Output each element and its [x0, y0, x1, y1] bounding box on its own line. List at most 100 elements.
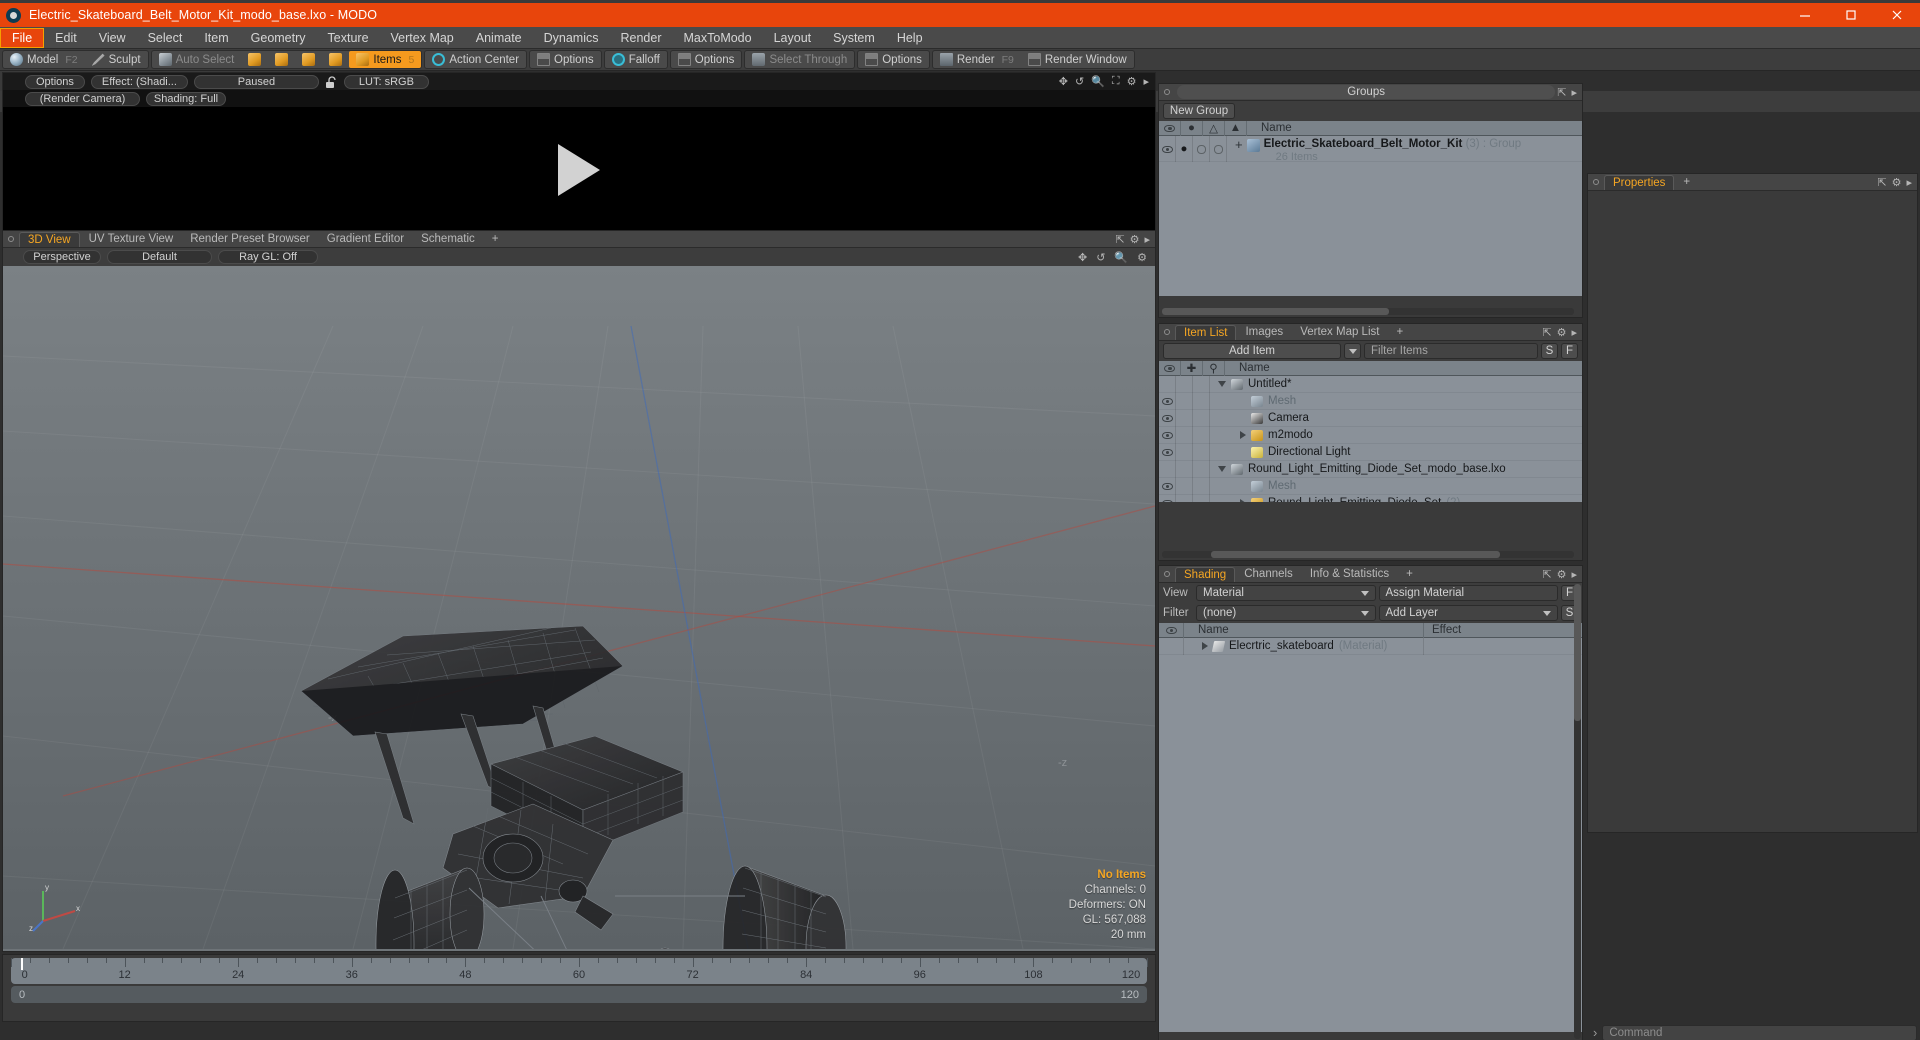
menu-item-select[interactable]: Select: [137, 28, 194, 48]
filter-items-input[interactable]: Filter Items: [1364, 343, 1538, 359]
maximize-button[interactable]: [1828, 3, 1874, 27]
minimize-button[interactable]: [1782, 3, 1828, 27]
properties-arrow-icon[interactable]: ▸: [1906, 176, 1912, 189]
row-transform-cell[interactable]: [1193, 392, 1210, 410]
col-render-icon[interactable]: ●: [1181, 120, 1203, 136]
row-lock-cell[interactable]: [1176, 443, 1193, 461]
new-group-button[interactable]: New Group: [1163, 103, 1235, 119]
vertices-mode-button[interactable]: [241, 51, 268, 68]
col-item-transform-icon[interactable]: ⚲: [1203, 360, 1225, 376]
row-visibility-cell[interactable]: [1159, 477, 1176, 495]
groups-panel-menu-dot[interactable]: [1164, 89, 1170, 95]
preview-options-button[interactable]: Options: [25, 74, 85, 89]
col-visible-eye-icon[interactable]: [1159, 120, 1181, 136]
menu-item-view[interactable]: View: [88, 28, 137, 48]
arrow-icon[interactable]: ▸: [1143, 75, 1149, 88]
shading-gear-icon[interactable]: ⚙: [1557, 568, 1567, 581]
item-list-row[interactable]: Untitled*: [1159, 376, 1582, 393]
move-icon[interactable]: ✥: [1059, 75, 1068, 88]
group-row[interactable]: ● + Electric_Skateboard_Belt_Motor_Kit (…: [1159, 136, 1582, 163]
menu-item-animate[interactable]: Animate: [465, 28, 533, 48]
properties-panel-menu-dot[interactable]: [1593, 179, 1599, 185]
preview-effect-dropdown[interactable]: Effect: (Shadi...: [90, 74, 188, 89]
item-list-h-scrollbar[interactable]: [1162, 551, 1574, 558]
col-item-visible-icon[interactable]: [1159, 360, 1181, 376]
row-visibility-cell[interactable]: [1159, 426, 1176, 444]
tab-render-preset-browser[interactable]: Render Preset Browser: [182, 232, 318, 247]
tab-images[interactable]: Images: [1237, 325, 1291, 340]
tab-add-item-list[interactable]: +: [1388, 325, 1411, 340]
model-mode-button[interactable]: Model F2: [3, 51, 85, 68]
menu-item-vertex-map[interactable]: Vertex Map: [380, 28, 465, 48]
row-eye-icon[interactable]: [1161, 448, 1173, 456]
row-lock-cell[interactable]: [1176, 477, 1193, 495]
item-list-row[interactable]: Round_Light_Emitting_Diode_Set_modo_base…: [1159, 460, 1582, 478]
action-center-button[interactable]: Action Center: [425, 51, 526, 68]
panel-menu-dot[interactable]: [8, 236, 14, 242]
row-visible-eye-icon[interactable]: [1161, 145, 1173, 153]
select-through-options-button[interactable]: Options: [858, 51, 929, 68]
menu-item-layout[interactable]: Layout: [763, 28, 823, 48]
tab-uv-texture-view[interactable]: UV Texture View: [81, 232, 182, 247]
polygons-mode-button[interactable]: [295, 51, 322, 68]
falloff-options-button[interactable]: Options: [671, 51, 742, 68]
expand-group-icon[interactable]: +: [1235, 138, 1243, 151]
fit-icon[interactable]: ⛶: [1112, 75, 1120, 88]
gear-icon[interactable]: ⚙: [1127, 75, 1137, 88]
skateboard-motor-kit-model[interactable]: [283, 596, 903, 949]
tab-channels[interactable]: Channels: [1236, 567, 1301, 582]
expand-icon[interactable]: [1240, 431, 1246, 439]
row-eye-icon[interactable]: [1161, 431, 1173, 439]
collapse-icon[interactable]: [1218, 381, 1226, 387]
viewport-gear-icon[interactable]: ⚙: [1137, 251, 1147, 264]
tab-schematic[interactable]: Schematic: [413, 232, 483, 247]
render-preview-canvas[interactable]: [3, 107, 1155, 233]
row-transform-cell[interactable]: [1193, 443, 1210, 461]
item-list-row[interactable]: m2modo: [1159, 426, 1582, 444]
zoom-icon[interactable]: 🔍: [1091, 75, 1105, 88]
shading-panel-menu-dot[interactable]: [1164, 571, 1170, 577]
col-item-lock-icon[interactable]: ✚: [1181, 360, 1203, 376]
properties-maximize-icon[interactable]: ⇱: [1877, 176, 1886, 189]
row-eye-icon[interactable]: [1161, 414, 1173, 422]
row-transform-cell[interactable]: [1193, 460, 1210, 478]
row-visibility-cell[interactable]: [1159, 494, 1176, 502]
preview-paused-button[interactable]: Paused: [193, 74, 319, 89]
preview-camera-dropdown[interactable]: (Render Camera): [25, 91, 140, 106]
preview-shading-dropdown[interactable]: Shading: Full: [146, 91, 226, 106]
row-lock-cell[interactable]: [1176, 376, 1193, 393]
row-visibility-cell[interactable]: [1159, 376, 1176, 393]
item-list-menu-dot[interactable]: [1164, 329, 1170, 335]
item-list-row[interactable]: Camera: [1159, 409, 1582, 427]
menu-item-file[interactable]: File: [0, 27, 45, 48]
ray-gl-toggle[interactable]: Ray GL: Off: [218, 250, 318, 264]
shading-arrow-icon[interactable]: ▸: [1571, 568, 1577, 581]
timeline-playhead[interactable]: [21, 958, 23, 970]
tab-add-shading[interactable]: +: [1398, 567, 1421, 582]
viewport-zoom-icon[interactable]: 🔍: [1114, 251, 1128, 264]
panel-arrow-icon[interactable]: ▸: [1144, 233, 1150, 246]
timeline-range[interactable]: 0 120: [11, 986, 1147, 1003]
viewport-3d-canvas[interactable]: -x -z: [3, 266, 1155, 949]
menu-item-system[interactable]: System: [822, 28, 886, 48]
groups-arrow-icon[interactable]: ▸: [1571, 86, 1577, 99]
view-dropdown[interactable]: Material: [1196, 585, 1376, 601]
shading-style-dropdown[interactable]: Default: [107, 250, 212, 264]
row-transform-cell[interactable]: [1193, 409, 1210, 427]
render-button[interactable]: Render F9: [933, 51, 1021, 68]
expand-icon[interactable]: [1240, 499, 1246, 502]
col-shade-icon[interactable]: ▲: [1225, 120, 1247, 136]
row-visibility-cell[interactable]: [1159, 443, 1176, 461]
tab-shading[interactable]: Shading: [1175, 566, 1236, 582]
row-lock-cell[interactable]: [1176, 426, 1193, 444]
menu-item-edit[interactable]: Edit: [44, 28, 88, 48]
row-visibility-cell[interactable]: [1159, 460, 1176, 478]
play-icon[interactable]: [558, 144, 600, 196]
item-list-row[interactable]: Mesh: [1159, 477, 1582, 495]
groups-h-scrollbar[interactable]: [1162, 308, 1574, 315]
row-transform-cell[interactable]: [1193, 477, 1210, 495]
maximize-panel-icon[interactable]: ⇱: [1115, 233, 1124, 246]
groups-maximize-icon[interactable]: ⇱: [1557, 86, 1566, 99]
add-item-button[interactable]: Add Item: [1163, 343, 1341, 359]
row-lock-cell[interactable]: [1176, 460, 1193, 478]
